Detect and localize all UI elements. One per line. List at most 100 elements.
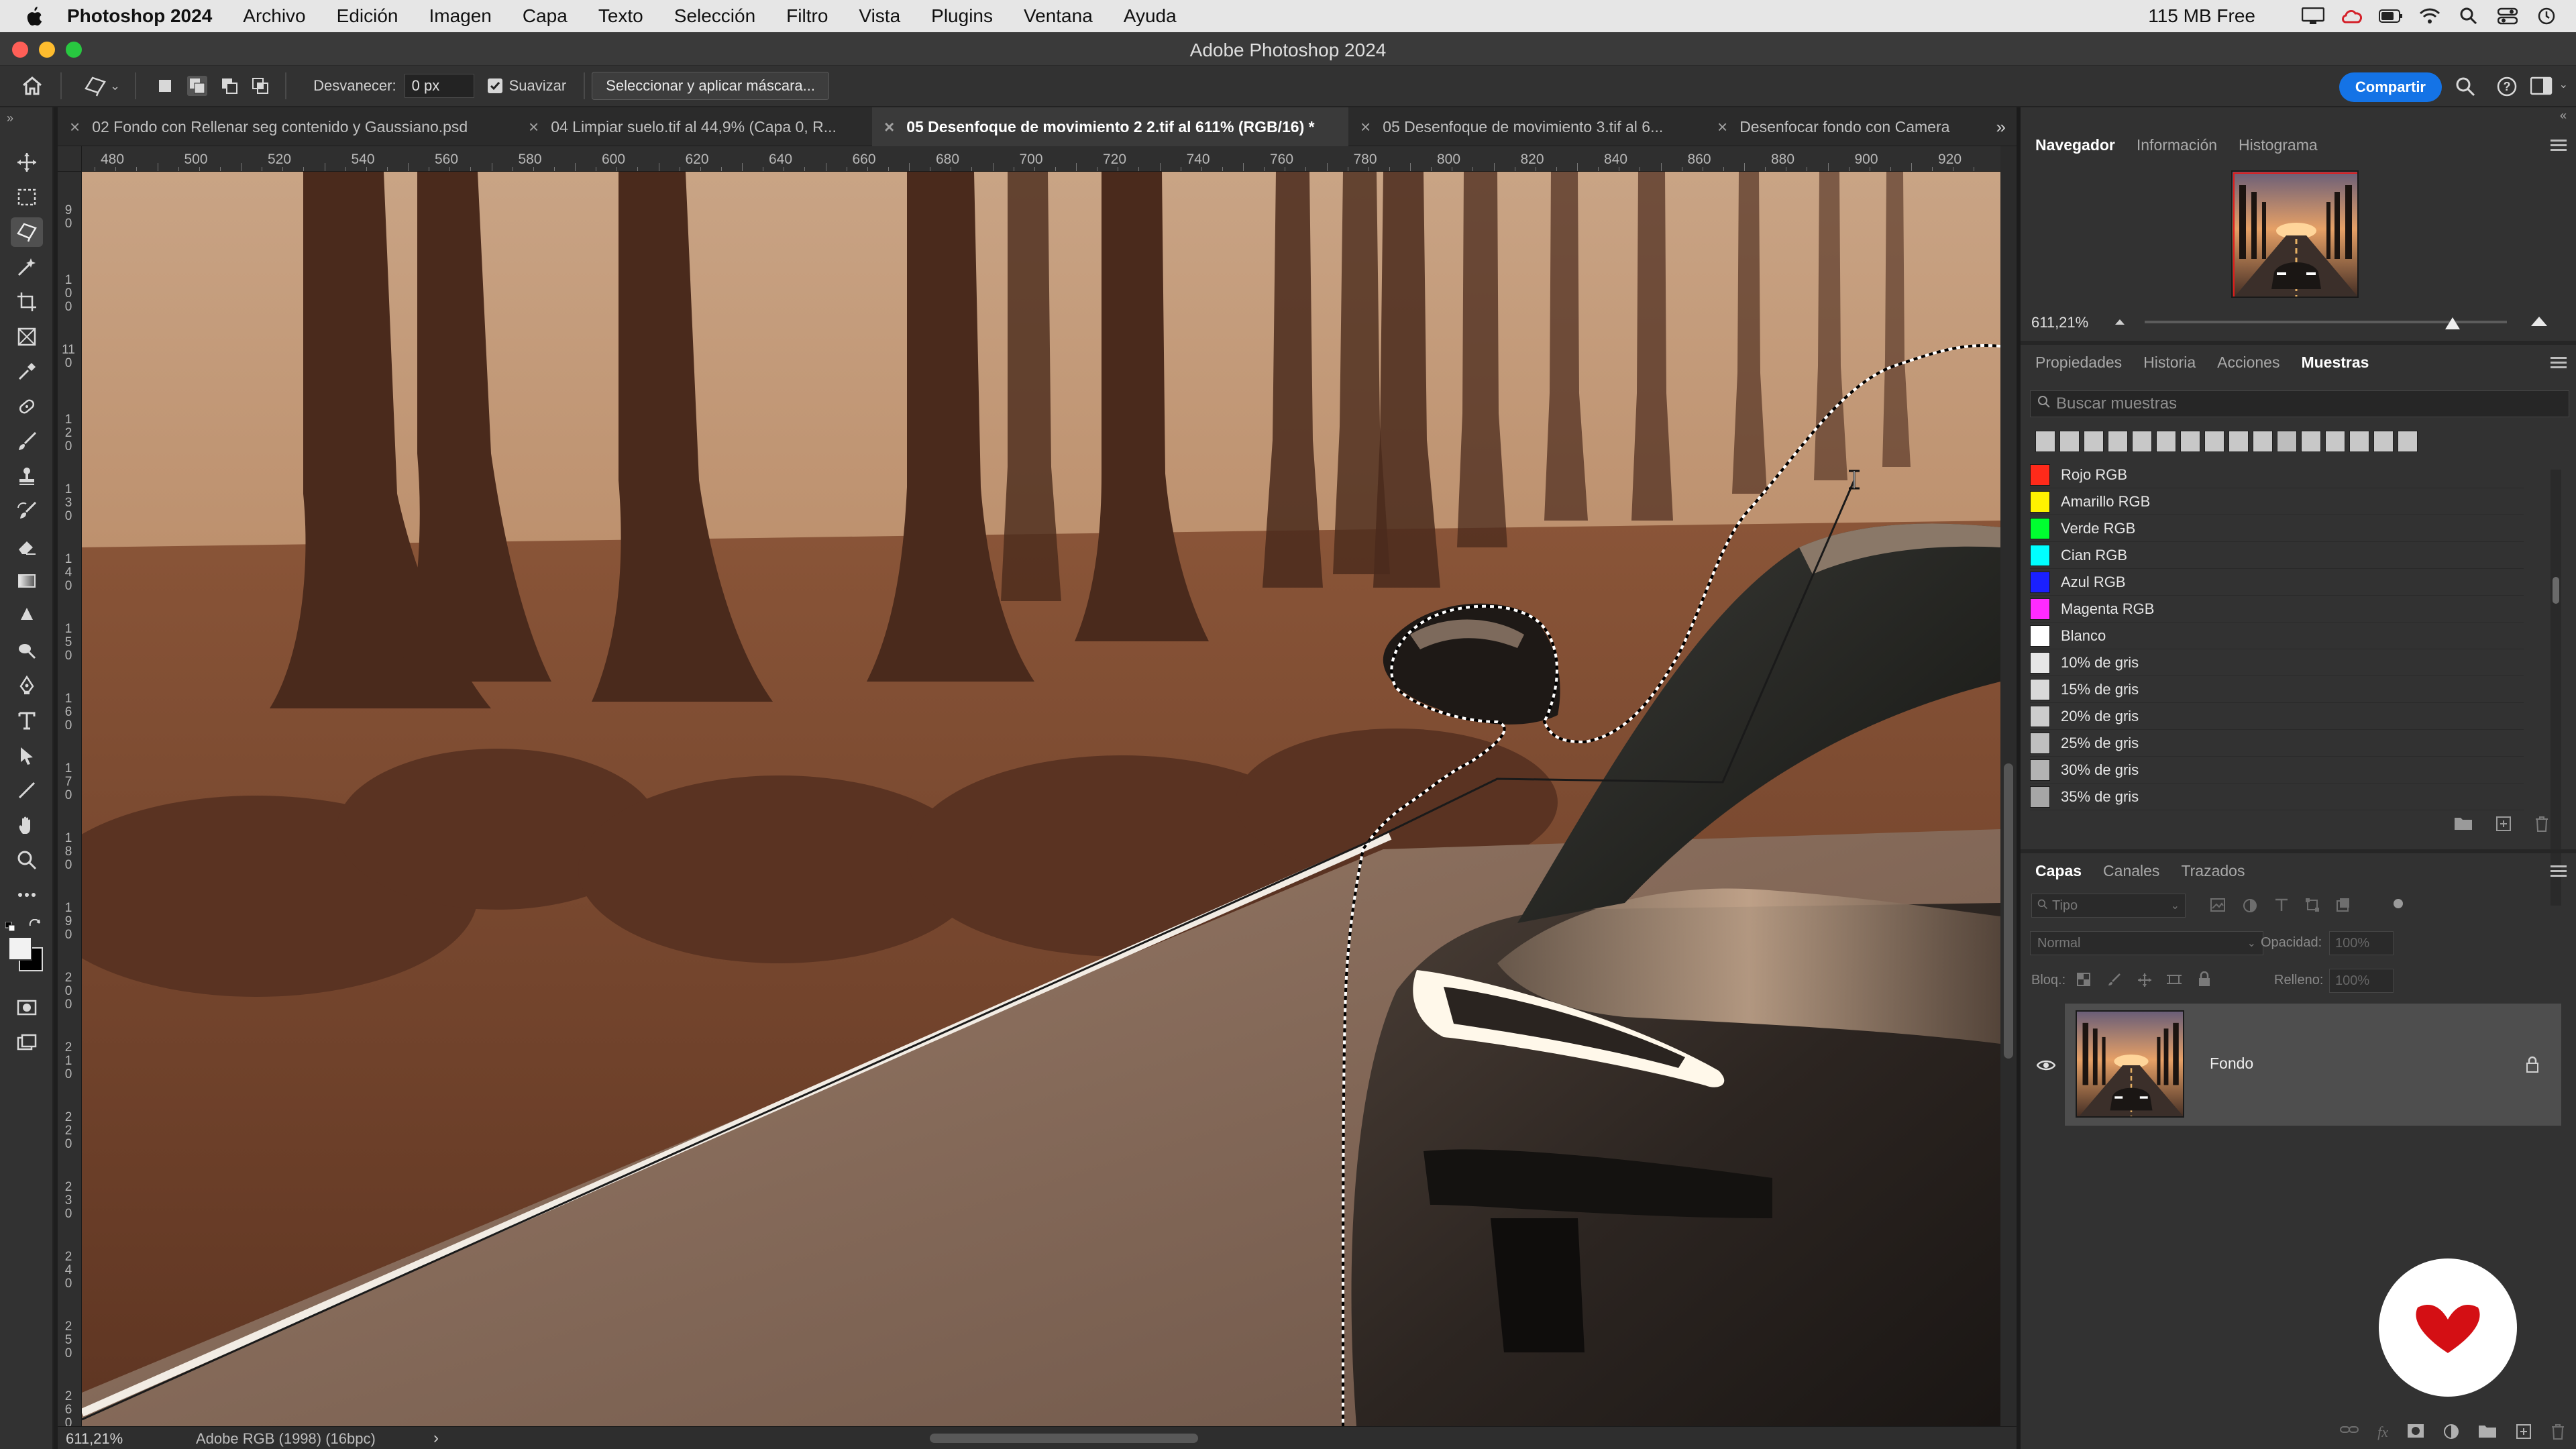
recent-swatch[interactable] (2373, 431, 2394, 452)
recent-swatch[interactable] (2277, 431, 2297, 452)
tab-document[interactable]: × Desenfocar fondo con Camera (1705, 107, 1974, 146)
display-icon[interactable] (2301, 6, 2325, 26)
recent-swatch[interactable] (2229, 431, 2249, 452)
layer-filter-type[interactable]: Tipo ⌄ (2031, 894, 2186, 918)
recent-swatch[interactable] (2253, 431, 2273, 452)
default-colors-icon[interactable] (5, 921, 15, 932)
gradient-tool-icon[interactable] (11, 566, 43, 596)
swatch-item[interactable]: 30% de gris (2030, 757, 2524, 784)
subtract-from-selection-icon[interactable] (221, 77, 238, 95)
wifi-icon[interactable] (2418, 6, 2442, 26)
hand-tool-icon[interactable] (11, 810, 43, 840)
more-tabs-icon[interactable]: » (1996, 117, 2006, 138)
type-tool-icon[interactable] (11, 706, 43, 735)
recent-swatch[interactable] (2084, 431, 2104, 452)
filter-shape-layers-icon[interactable] (2305, 898, 2322, 914)
crop-tool-icon[interactable] (11, 287, 43, 317)
tab-acciones[interactable]: Acciones (2217, 354, 2279, 372)
add-mask-icon[interactable] (2407, 1424, 2424, 1443)
canvas-vertical-scrollbar[interactable] (2000, 146, 2017, 1426)
recent-swatch[interactable] (2132, 431, 2152, 452)
frame-tool-icon[interactable] (11, 322, 43, 352)
menu-vista[interactable]: Vista (859, 5, 900, 27)
close-tab-icon[interactable]: × (884, 117, 894, 138)
swatch-item[interactable]: 15% de gris (2030, 676, 2524, 703)
swatch-item[interactable]: 10% de gris (2030, 649, 2524, 676)
lock-icon[interactable] (2525, 1056, 2540, 1073)
screen-mode-icon[interactable] (11, 1028, 43, 1057)
swatch-item[interactable]: Magenta RGB (2030, 596, 2524, 623)
marquee-tool-icon[interactable] (11, 182, 43, 212)
menu-ventana[interactable]: Ventana (1024, 5, 1093, 27)
add-to-selection-icon[interactable] (187, 76, 208, 96)
search-icon[interactable] (2455, 76, 2475, 97)
polygonal-lasso-tool-icon[interactable] (11, 217, 43, 247)
swatch-item[interactable]: 25% de gris (2030, 730, 2524, 757)
tab-muestras[interactable]: Muestras (2301, 354, 2369, 372)
line-tool-icon[interactable] (11, 775, 43, 805)
ruler-horizontal[interactable]: 480 500 520 540 560 580 600 620 640 660 680 700 720 7… (58, 146, 2000, 172)
menu-plugins[interactable]: Plugins (931, 5, 993, 27)
document-canvas[interactable] (82, 172, 2000, 1426)
fx-icon[interactable]: fx (2377, 1424, 2388, 1443)
dodge-tool-icon[interactable] (11, 636, 43, 665)
eraser-tool-icon[interactable] (11, 531, 43, 561)
recent-swatch[interactable] (2108, 431, 2128, 452)
tab-historia[interactable]: Historia (2143, 354, 2196, 372)
home-icon[interactable] (19, 72, 46, 99)
recent-swatch[interactable] (2398, 431, 2418, 452)
tab-canales[interactable]: Canales (2103, 862, 2159, 880)
workspace-icon[interactable] (2530, 76, 2553, 95)
blend-mode-select[interactable]: Normal ⌄ (2030, 931, 2263, 955)
new-layer-icon[interactable] (2516, 1424, 2532, 1443)
tab-document-active[interactable]: × 05 Desenfoque de movimiento 2 2.tif al… (872, 107, 1348, 146)
menu-edicion[interactable]: Edición (337, 5, 398, 27)
menu-archivo[interactable]: Archivo (243, 5, 305, 27)
opacity-input[interactable]: 100% (2329, 931, 2394, 955)
new-adjustment-layer-icon[interactable] (2443, 1424, 2459, 1443)
recent-swatch[interactable] (2325, 431, 2345, 452)
recent-swatch[interactable] (2301, 431, 2321, 452)
more-tools-icon[interactable] (11, 880, 43, 910)
help-icon[interactable]: ? (2497, 76, 2517, 97)
tab-informacion[interactable]: Información (2137, 136, 2217, 154)
zoom-level-field[interactable]: 611,21% (66, 1430, 123, 1448)
link-layers-icon[interactable] (2340, 1424, 2359, 1443)
new-selection-icon[interactable] (156, 77, 174, 95)
recent-swatch[interactable] (2059, 431, 2080, 452)
swatch-item[interactable]: Cian RGB (2030, 542, 2524, 569)
close-tab-icon[interactable]: × (529, 117, 539, 138)
eye-icon[interactable] (2036, 1059, 2056, 1072)
swap-colors-icon[interactable] (28, 918, 42, 936)
tab-navegador[interactable]: Navegador (2035, 136, 2115, 154)
fill-input[interactable]: 100% (2329, 969, 2394, 993)
magic-wand-tool-icon[interactable] (11, 252, 43, 282)
swatch-item[interactable]: Rojo RGB (2030, 462, 2524, 488)
scrollbar-thumb[interactable] (2004, 763, 2013, 1059)
zoom-out-icon[interactable] (2113, 317, 2127, 329)
filter-adjustment-layers-icon[interactable] (2242, 898, 2259, 914)
feather-input[interactable]: 0 px (404, 74, 474, 98)
brush-tool-icon[interactable] (11, 427, 43, 456)
swatch-item[interactable]: 20% de gris (2030, 703, 2524, 730)
layer-name[interactable]: Fondo (2210, 1055, 2253, 1073)
menu-capa[interactable]: Capa (523, 5, 568, 27)
panel-menu-icon[interactable] (2551, 357, 2567, 370)
path-selection-tool-icon[interactable] (11, 741, 43, 770)
collapse-toolbar-icon[interactable]: » (7, 111, 13, 125)
blur-tool-icon[interactable] (11, 601, 43, 631)
polygonal-lasso-preset-icon[interactable] (82, 72, 109, 99)
recent-swatch[interactable] (2156, 431, 2176, 452)
apple-icon[interactable] (25, 6, 44, 26)
delete-swatch-icon[interactable] (2534, 816, 2549, 835)
zoom-in-icon[interactable] (2529, 314, 2549, 331)
battery-icon[interactable] (2379, 6, 2403, 26)
menu-texto[interactable]: Texto (598, 5, 643, 27)
horizontal-scrollbar-thumb[interactable] (930, 1434, 1198, 1443)
chevron-down-icon[interactable]: ⌄ (2559, 78, 2568, 91)
pen-tool-icon[interactable] (11, 671, 43, 700)
filter-type-layers-icon[interactable] (2274, 898, 2292, 914)
tab-capas[interactable]: Capas (2035, 862, 2082, 880)
smooth-checkbox[interactable] (487, 78, 502, 93)
tab-propiedades[interactable]: Propiedades (2035, 354, 2122, 372)
